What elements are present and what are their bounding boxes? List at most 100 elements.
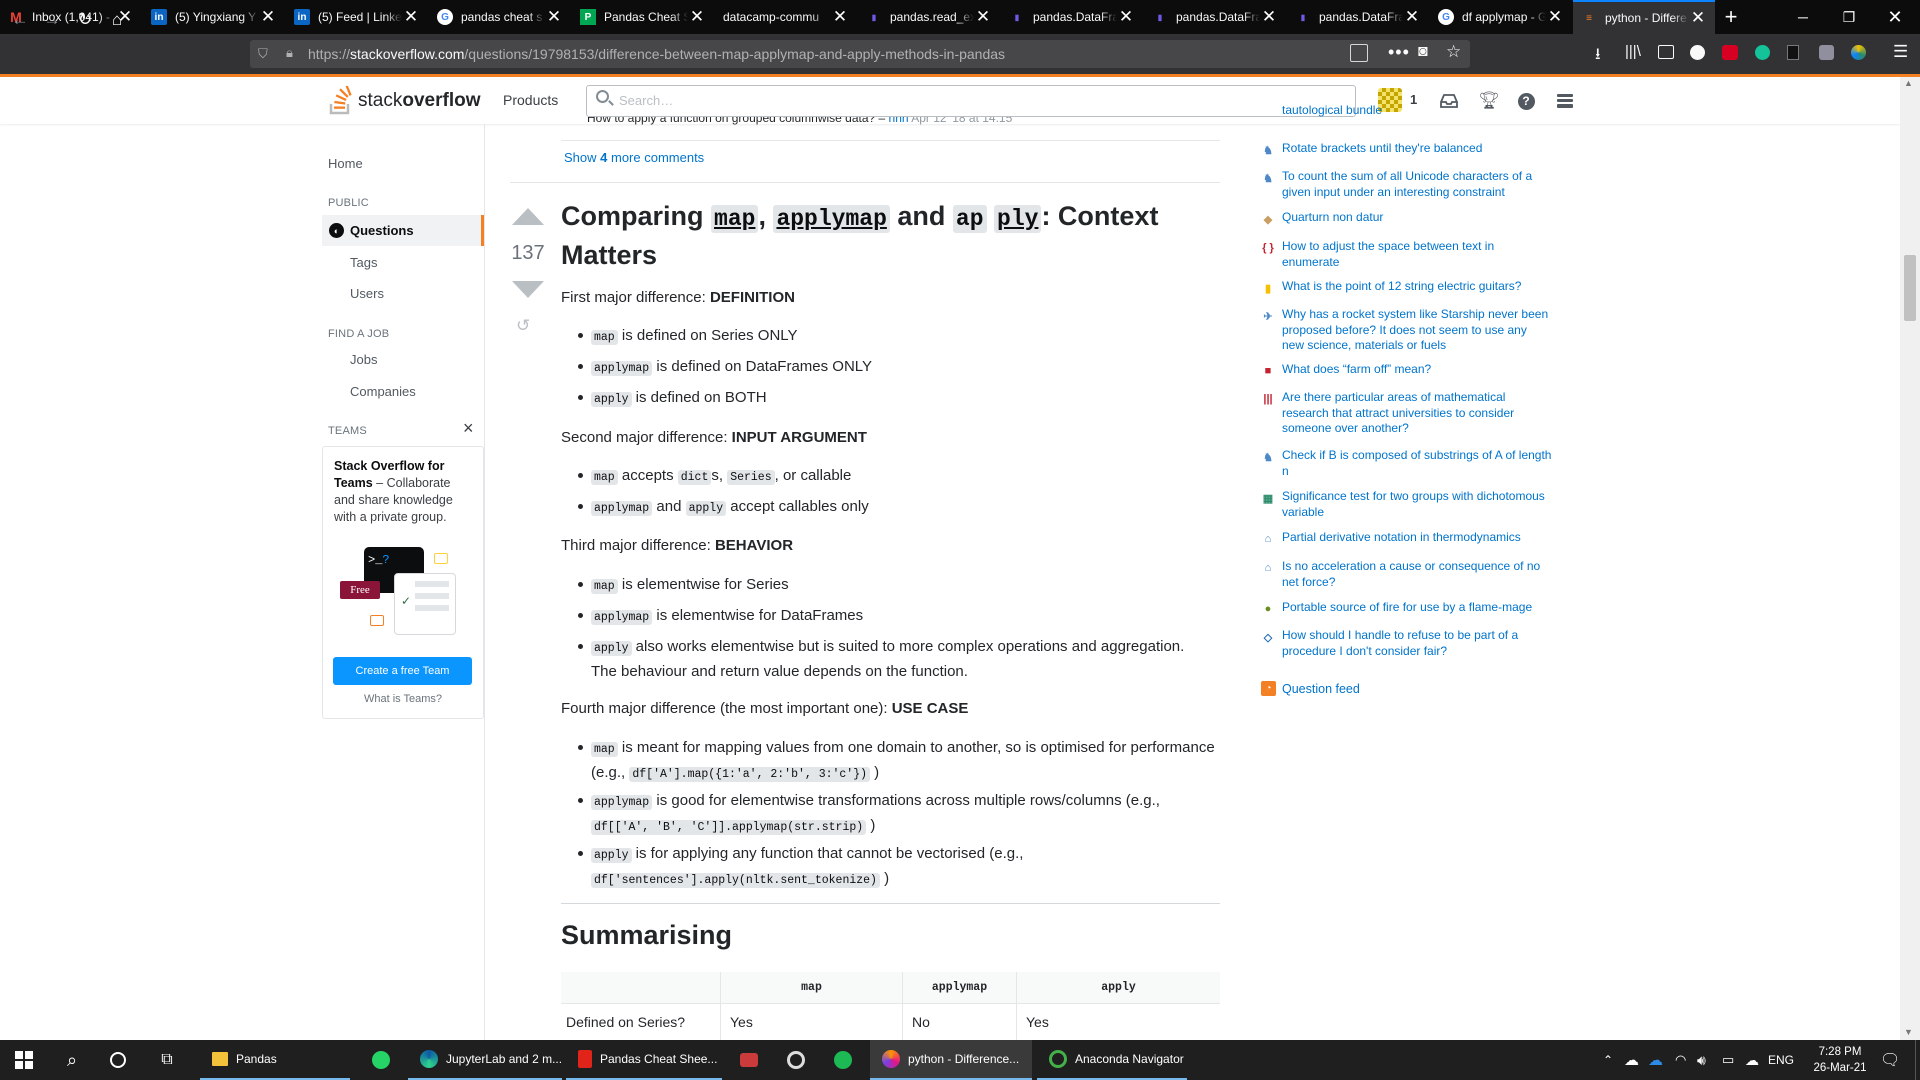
browser-tab[interactable]: P Pandas Cheat S ✕ — [572, 0, 714, 34]
search-input[interactable] — [586, 85, 1356, 117]
restore-button[interactable]: ❐ — [1826, 0, 1872, 34]
taskbar-app[interactable]: JupyterLab and 2 m... — [408, 1040, 562, 1080]
taskbar-app[interactable]: Anaconda Navigator — [1037, 1040, 1187, 1080]
hot-question-link[interactable]: Partial derivative notation in thermodyn… — [1282, 530, 1552, 546]
taskbar-app[interactable] — [728, 1040, 768, 1080]
sidebar-item-home[interactable]: Home — [328, 156, 363, 171]
extension-color-icon[interactable] — [1851, 45, 1866, 60]
reload-icon[interactable]: ↻ — [73, 8, 97, 32]
scroll-down-arrow[interactable]: ▼ — [1904, 1027, 1913, 1037]
tab-close-icon[interactable]: ✕ — [1546, 7, 1564, 27]
browser-tab[interactable]: datacamp-commu ✕ — [715, 0, 857, 34]
site-switcher-icon[interactable] — [1554, 90, 1576, 112]
new-tab-button[interactable]: + — [1714, 0, 1748, 34]
sidebar-icon[interactable] — [1658, 45, 1674, 59]
tab-close-icon[interactable]: ✕ — [402, 7, 420, 27]
tab-close-icon[interactable]: ✕ — [831, 7, 849, 27]
minimize-button[interactable]: ─ — [1780, 0, 1826, 34]
tracking-shield-icon[interactable]: ⛉ — [258, 46, 268, 62]
hot-question-link[interactable]: Why has a rocket system like Starship ne… — [1282, 307, 1552, 354]
search-taskbar-icon[interactable]: ⌕ — [60, 1040, 84, 1080]
home-icon[interactable]: ⌂ — [105, 8, 129, 32]
hot-question-link[interactable]: What does “farm off” mean? — [1282, 362, 1552, 378]
taskbar-app[interactable] — [822, 1040, 862, 1080]
sidebar-item-tags[interactable]: Tags — [350, 255, 377, 270]
downvote-button[interactable] — [512, 281, 544, 298]
extension-dark-icon[interactable] — [1787, 45, 1799, 60]
library-icon[interactable]: |||\ — [1625, 43, 1641, 60]
browser-tab[interactable]: ▮ pandas.DataFra ✕ — [1001, 0, 1143, 34]
volume-icon[interactable]: 🔊︎ — [1697, 1040, 1706, 1080]
tab-close-icon[interactable]: ✕ — [259, 7, 277, 27]
tab-close-icon[interactable]: ✕ — [545, 7, 563, 27]
taskbar-app[interactable] — [360, 1040, 400, 1080]
grammarly-icon[interactable] — [1755, 45, 1770, 60]
taskbar-app[interactable]: python - Difference... — [870, 1040, 1032, 1080]
taskbar-app[interactable]: Pandas — [200, 1040, 350, 1080]
close-window-button[interactable]: ✕ — [1872, 0, 1918, 34]
upvote-button[interactable] — [512, 208, 544, 225]
hot-question-link[interactable]: Check if B is composed of substrings of … — [1282, 448, 1552, 479]
hot-question-link[interactable]: What is the point of 12 string electric … — [1282, 279, 1552, 295]
hot-question-link[interactable]: tautological bundle — [1282, 103, 1552, 121]
tab-close-icon[interactable]: ✕ — [1689, 8, 1707, 28]
hot-question-link[interactable]: Quarturn non datur — [1282, 210, 1552, 226]
show-hidden-icons[interactable]: ⌃ — [1603, 1040, 1613, 1080]
windows-start-icon[interactable] — [10, 1040, 38, 1080]
language-indicator[interactable]: ENG — [1768, 1040, 1794, 1080]
url-text[interactable]: https://stackoverflow.com/questions/1979… — [308, 46, 1005, 62]
history-icon[interactable]: ↺ — [516, 316, 530, 336]
what-is-teams-link[interactable]: What is Teams? — [322, 693, 484, 705]
notifications-icon[interactable]: 🗨︎ — [1880, 1040, 1900, 1080]
sidebar-item-jobs[interactable]: Jobs — [350, 352, 377, 367]
hot-question-link[interactable]: To count the sum of all Unicode characte… — [1282, 169, 1552, 200]
browser-tab[interactable]: in (5) Feed | Linke ✕ — [286, 0, 428, 34]
battery-icon[interactable]: ▭ — [1722, 1040, 1734, 1080]
pocket-icon[interactable]: ◙ — [1418, 43, 1428, 61]
extension-grey-icon[interactable] — [1819, 45, 1834, 60]
menu-icon[interactable]: ☰ — [1893, 42, 1908, 62]
browser-tab[interactable]: ▮ pandas.DataFra ✕ — [1144, 0, 1286, 34]
scroll-up-arrow[interactable]: ▲ — [1904, 78, 1913, 88]
hot-question-link[interactable]: Significance test for two groups with di… — [1282, 489, 1552, 520]
browser-tab[interactable]: ▮ pandas.read_ex ✕ — [858, 0, 1000, 34]
tab-close-icon[interactable]: ✕ — [1260, 7, 1278, 27]
show-more-comments-link[interactable]: Show 4 more comments — [564, 150, 704, 165]
page-scrollbar[interactable] — [1900, 77, 1920, 1040]
clock[interactable]: 7:28 PM 26-Mar-21 — [1810, 1040, 1870, 1080]
taskbar-app[interactable] — [775, 1040, 815, 1080]
show-desktop-button[interactable] — [1915, 1040, 1920, 1080]
sidebar-item-users[interactable]: Users — [350, 286, 384, 301]
wifi-icon[interactable]: ◠ — [1675, 1040, 1686, 1080]
browser-tab[interactable]: ≡ python - Differe ✕ — [1573, 0, 1715, 34]
hot-question-link[interactable]: Are there particular areas of mathematic… — [1282, 390, 1552, 437]
onedrive-blue-icon[interactable]: ☁ — [1648, 1040, 1663, 1080]
hot-question-link[interactable]: How to adjust the space between text in … — [1282, 239, 1552, 270]
downloads-icon[interactable]: ⭳ — [1595, 43, 1601, 70]
create-team-button[interactable]: Create a free Team — [333, 657, 472, 685]
bookmark-star-icon[interactable]: ☆ — [1446, 42, 1461, 62]
hot-question-link[interactable]: Is no acceleration a cause or consequenc… — [1282, 559, 1552, 590]
account-icon[interactable] — [1690, 45, 1705, 60]
taskbar-app[interactable]: Pandas Cheat Shee... — [566, 1040, 722, 1080]
scrollbar-thumb[interactable] — [1904, 255, 1916, 321]
browser-tab[interactable]: in (5) Yingxiang Y ✕ — [143, 0, 285, 34]
comment-user-link[interactable]: hhh — [889, 117, 909, 125]
onedrive-icon[interactable]: ☁ — [1624, 1040, 1639, 1080]
browser-tab[interactable]: Gdf applymap - G ✕ — [1430, 0, 1572, 34]
question-feed-link[interactable]: Question feed — [1282, 682, 1360, 696]
tab-close-icon[interactable]: ✕ — [1117, 7, 1135, 27]
forward-icon[interactable]: → — [40, 8, 64, 32]
tab-close-icon[interactable]: ✕ — [1403, 7, 1421, 27]
task-view-icon[interactable]: ⧉ — [155, 1040, 179, 1080]
cloud-sync-icon[interactable]: ☁ — [1745, 1040, 1759, 1080]
products-menu[interactable]: Products — [503, 92, 558, 108]
teams-close-icon[interactable]: × — [463, 418, 474, 439]
lock-icon[interactable]: 🔒︎ — [286, 45, 293, 61]
hot-question-link[interactable]: Portable source of fire for use by a fla… — [1282, 600, 1552, 616]
stackoverflow-logo[interactable]: stackoverflow — [328, 86, 480, 116]
reader-view-icon[interactable] — [1350, 44, 1368, 62]
browser-tab[interactable]: Gpandas cheat s ✕ — [429, 0, 571, 34]
hot-question-link[interactable]: How should I handle to refuse to be part… — [1282, 628, 1552, 659]
page-actions-icon[interactable]: ••• — [1388, 42, 1410, 63]
